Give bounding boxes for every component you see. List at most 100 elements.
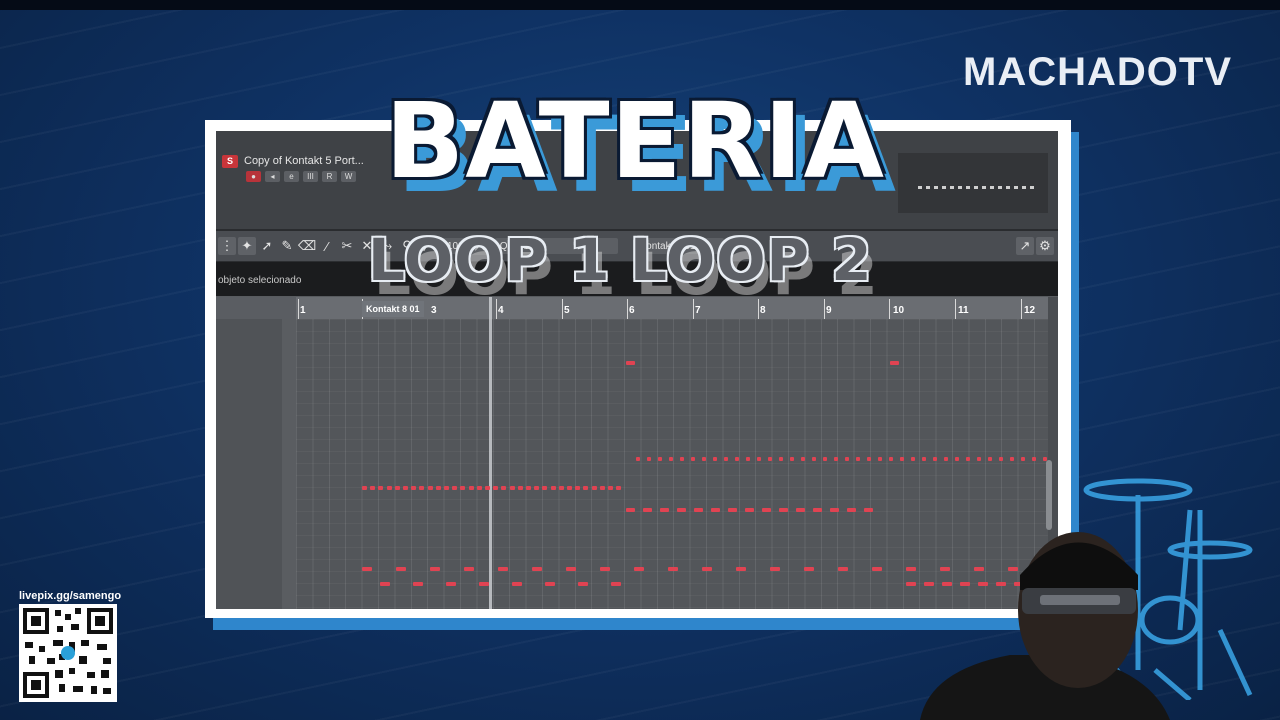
- midi-note[interactable]: [386, 486, 392, 490]
- midi-note[interactable]: [575, 486, 581, 490]
- midi-note[interactable]: [542, 486, 548, 490]
- midi-note[interactable]: [526, 486, 531, 490]
- eraser-tool-icon[interactable]: ⌫: [298, 237, 316, 255]
- midi-note[interactable]: [460, 486, 466, 490]
- brush-tool-icon[interactable]: ⁄: [318, 237, 336, 255]
- midi-note[interactable]: [512, 582, 522, 586]
- midi-note[interactable]: [435, 486, 441, 490]
- midi-note[interactable]: [611, 582, 621, 586]
- midi-note[interactable]: [452, 486, 458, 490]
- midi-note[interactable]: [878, 457, 882, 461]
- midi-note[interactable]: [830, 508, 839, 512]
- midi-note[interactable]: [694, 508, 703, 512]
- midi-note[interactable]: [419, 486, 425, 490]
- midi-note[interactable]: [944, 457, 948, 461]
- midi-note[interactable]: [680, 457, 684, 461]
- arrow-tool-icon[interactable]: ➚: [258, 237, 276, 255]
- midi-note[interactable]: [691, 457, 695, 461]
- midi-note[interactable]: [626, 508, 635, 512]
- midi-note[interactable]: [770, 567, 780, 571]
- midi-note[interactable]: [636, 457, 640, 461]
- midi-note[interactable]: [534, 486, 540, 490]
- midi-note[interactable]: [599, 486, 605, 490]
- midi-note[interactable]: [838, 567, 848, 571]
- midi-note[interactable]: [728, 508, 737, 512]
- midi-note[interactable]: [911, 457, 915, 461]
- midi-note[interactable]: [966, 457, 970, 461]
- midi-note[interactable]: [977, 457, 981, 461]
- midi-note[interactable]: [801, 457, 805, 461]
- midi-note[interactable]: [713, 457, 717, 461]
- midi-note[interactable]: [493, 486, 499, 490]
- midi-note[interactable]: [668, 567, 678, 571]
- midi-note[interactable]: [864, 508, 873, 512]
- midi-note[interactable]: [501, 486, 507, 490]
- midi-note[interactable]: [394, 486, 400, 490]
- midi-note[interactable]: [796, 508, 805, 512]
- midi-note[interactable]: [634, 567, 644, 571]
- midi-note[interactable]: [823, 457, 827, 461]
- midi-note[interactable]: [1032, 457, 1036, 461]
- midi-note[interactable]: [736, 567, 746, 571]
- midi-note[interactable]: [711, 508, 720, 512]
- midi-note[interactable]: [955, 457, 959, 461]
- midi-note[interactable]: [591, 486, 597, 490]
- midi-note[interactable]: [856, 457, 860, 461]
- solo-tool-icon[interactable]: ✦: [238, 237, 256, 255]
- midi-note[interactable]: [446, 582, 456, 586]
- playhead[interactable]: [489, 297, 492, 609]
- midi-note[interactable]: [660, 508, 669, 512]
- midi-note[interactable]: [890, 361, 899, 365]
- edit-button[interactable]: e: [284, 171, 299, 182]
- midi-note[interactable]: [999, 457, 1003, 461]
- gear-icon[interactable]: ⚙: [1036, 237, 1054, 255]
- midi-note[interactable]: [867, 457, 871, 461]
- track-name-row[interactable]: S Copy of Kontakt 5 Port...: [222, 153, 364, 169]
- midi-note[interactable]: [658, 457, 662, 461]
- midi-note[interactable]: [378, 486, 384, 490]
- midi-note[interactable]: [411, 486, 417, 490]
- midi-note[interactable]: [566, 567, 576, 571]
- midi-note[interactable]: [485, 486, 490, 490]
- midi-note[interactable]: [532, 567, 542, 571]
- bar-ruler[interactable]: 1 Kontakt 8 01 3 4 5 6 7 8 9 10 11 12: [216, 297, 1058, 319]
- midi-note[interactable]: [724, 457, 728, 461]
- midi-note[interactable]: [558, 486, 564, 490]
- midi-note[interactable]: [702, 457, 706, 461]
- midi-note[interactable]: [790, 457, 794, 461]
- midi-note[interactable]: [922, 457, 926, 461]
- midi-note[interactable]: [578, 582, 588, 586]
- solo-badge[interactable]: S: [222, 154, 238, 168]
- expand-icon[interactable]: ↗: [1016, 237, 1034, 255]
- midi-note[interactable]: [768, 457, 772, 461]
- midi-note[interactable]: [669, 457, 673, 461]
- midi-note[interactable]: [762, 508, 771, 512]
- midi-note[interactable]: [380, 582, 390, 586]
- midi-note[interactable]: [498, 567, 508, 571]
- split-tool-icon[interactable]: ✂: [338, 237, 356, 255]
- midi-note[interactable]: [813, 508, 822, 512]
- midi-note[interactable]: [779, 508, 788, 512]
- midi-note[interactable]: [812, 457, 816, 461]
- midi-note[interactable]: [370, 486, 376, 490]
- read-button[interactable]: R: [322, 171, 337, 182]
- midi-note[interactable]: [362, 486, 367, 490]
- midi-note[interactable]: [550, 486, 556, 490]
- midi-note[interactable]: [362, 567, 372, 571]
- midi-note[interactable]: [845, 457, 849, 461]
- midi-note[interactable]: [834, 457, 838, 461]
- record-button[interactable]: ●: [246, 171, 261, 182]
- midi-note[interactable]: [847, 508, 856, 512]
- snap-icon[interactable]: ⋮: [218, 237, 236, 255]
- midi-note[interactable]: [933, 457, 937, 461]
- midi-note[interactable]: [396, 567, 406, 571]
- midi-note[interactable]: [900, 457, 904, 461]
- midi-note[interactable]: [677, 508, 686, 512]
- midi-note[interactable]: [430, 567, 440, 571]
- midi-note[interactable]: [464, 567, 474, 571]
- pencil-tool-icon[interactable]: ✎: [278, 237, 296, 255]
- midi-note[interactable]: [745, 508, 754, 512]
- midi-note[interactable]: [746, 457, 750, 461]
- midi-note[interactable]: [779, 457, 783, 461]
- monitor-button[interactable]: ◂: [265, 171, 280, 182]
